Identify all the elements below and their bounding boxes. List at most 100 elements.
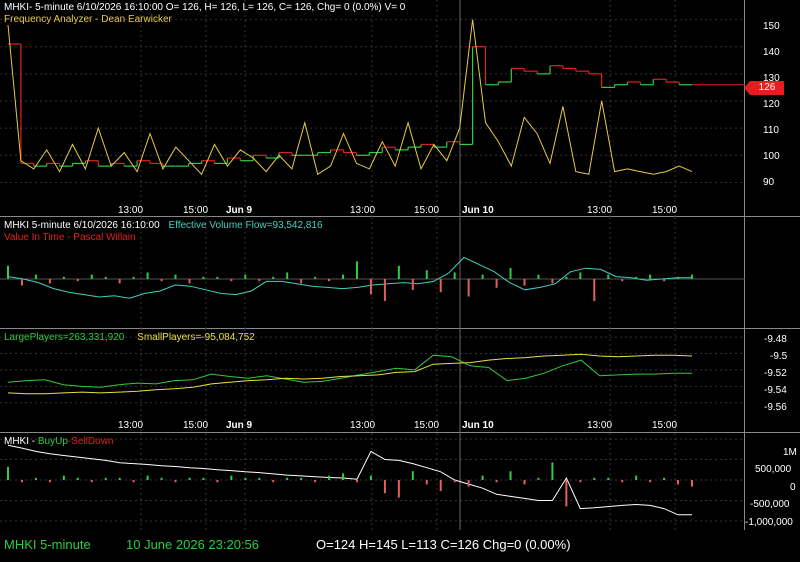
footer-ohlc: O=124 H=145 L=113 C=126 Chg=0 (0.00%) <box>316 537 571 552</box>
y-tick-100: 100 <box>763 151 780 162</box>
y-tick-m500k: -500,000 <box>750 499 790 510</box>
volume-bar <box>635 276 638 279</box>
buyup-selldown-plot-area[interactable] <box>0 433 745 530</box>
volume-bar <box>90 274 93 279</box>
volume-bar <box>523 279 526 286</box>
buyup-selldown-bar <box>691 480 693 487</box>
footer-date: 10 June 2026 23:20:56 <box>126 537 260 552</box>
y-tick-m9.56: -9.56 <box>764 402 787 413</box>
time-label-jun9-b: Jun 9 <box>226 420 253 431</box>
price-pane: MHKI- 5-minute 6/10/2026 16:10:00 O= 126… <box>0 0 800 217</box>
buyup-selldown-bar <box>174 480 177 483</box>
selldown-label: SellDown <box>71 436 114 447</box>
players-svg <box>0 329 745 433</box>
buyup-selldown-bar <box>453 480 456 483</box>
last-price-tag: 126 <box>744 81 784 95</box>
y-tick-110: 110 <box>763 125 779 136</box>
buyup-selldown-bar <box>369 475 372 480</box>
y-tick-150: 150 <box>763 21 780 32</box>
buyup-selldown-bar <box>383 480 386 494</box>
y-tick-120: 120 <box>763 99 780 110</box>
buyup-label: BuyUp <box>37 436 68 447</box>
time-label-jun9: Jun 9 <box>226 205 253 216</box>
y-tick-m9.52: -9.52 <box>764 368 787 379</box>
small-players-line <box>7 353 693 395</box>
volume-bar <box>146 272 149 279</box>
buyup-selldown-bar <box>649 480 652 483</box>
time-label-1300-a: 13:00 <box>118 205 144 216</box>
y-tick-m1m: -1,000,000 <box>745 517 793 528</box>
time-label-1500-b: 15:00 <box>414 205 440 216</box>
buyup-selldown-bar <box>621 480 624 483</box>
volume-bar <box>104 276 107 279</box>
time-label-1500-d: 15:00 <box>183 420 209 431</box>
y-tick-140: 140 <box>763 47 780 58</box>
time-label-jun10-b: Jun 10 <box>462 420 494 431</box>
volume-bar <box>677 276 680 279</box>
time-label-1500-e: 15:00 <box>414 420 440 431</box>
buyup-selldown-bar <box>90 480 93 483</box>
buyup-selldown-bar <box>397 480 400 498</box>
volume-bar <box>160 279 163 282</box>
volume-bar <box>593 279 596 301</box>
buyup-selldown-bar <box>509 471 512 480</box>
volume-bar <box>383 279 386 301</box>
price-plot-area[interactable] <box>0 0 745 217</box>
time-label-1300-f: 13:00 <box>587 420 613 431</box>
volume-pane-symbol: MHKI 5-minute 6/10/2026 16:10:00 <box>4 220 160 231</box>
time-label-1300-e: 13:00 <box>350 420 376 431</box>
buyup-selldown-bar <box>607 477 610 480</box>
volume-bar <box>76 279 79 282</box>
volume-bar <box>174 274 177 279</box>
frequency-analyzer-label: Frequency Analyzer - Dean Earwicker <box>4 14 172 25</box>
buyup-selldown-bar <box>537 477 540 480</box>
price-chart-svg <box>0 0 745 217</box>
volume-bar <box>62 276 65 279</box>
volume-bar <box>551 279 554 284</box>
time-label-jun10: Jun 10 <box>462 205 494 216</box>
y-tick-m9.54: -9.54 <box>764 385 787 396</box>
volume-bar <box>663 279 666 282</box>
buyup-selldown-bar <box>551 462 554 480</box>
buyup-selldown-bar <box>160 477 163 480</box>
effective-volume-flow-line <box>7 256 692 299</box>
y-tick-500k: 500,000 <box>755 464 792 475</box>
volume-bar <box>244 274 247 279</box>
buyup-selldown-bar <box>495 480 498 483</box>
effective-volume-flow-label: Effective Volume Flow=93,542,816 <box>168 220 323 231</box>
buyup-selldown-bar <box>188 477 191 480</box>
volume-bar <box>230 279 233 282</box>
buyup-selldown-bar <box>342 473 345 480</box>
volume-pane-title: MHKI 5-minute 6/10/2026 16:10:00 Effecti… <box>4 220 323 231</box>
players-plot-area[interactable] <box>0 329 745 433</box>
buyup-selldown-pane: MHKI - BuyUp-SellDown 1M 500,000 0 -500,… <box>0 433 800 530</box>
time-label-1300-d: 13:00 <box>118 420 144 431</box>
buyup-selldown-bar <box>7 466 9 480</box>
buyup-selldown-bar <box>146 475 149 480</box>
volume-flow-pane: MHKI 5-minute 6/10/2026 16:10:00 Effecti… <box>0 217 800 329</box>
buyup-selldown-bar <box>286 477 289 480</box>
volume-bar <box>355 261 358 279</box>
buyup-selldown-bar <box>579 480 582 483</box>
y-tick-m9.48: -9.48 <box>764 334 787 345</box>
volume-bar <box>188 279 191 284</box>
buyup-selldown-bar <box>635 475 638 480</box>
volume-bar <box>286 272 289 279</box>
y-tick-0: 0 <box>790 482 796 493</box>
players-legend: LargePlayers=263,331,920 SmallPlayers=-9… <box>4 332 255 343</box>
buyup-selldown-bar <box>20 480 23 483</box>
volume-bar <box>411 279 414 290</box>
volume-bar <box>7 265 9 279</box>
volume-bar <box>537 274 540 279</box>
buyup-selldown-bar <box>314 480 317 483</box>
y-tick-90: 90 <box>763 177 775 188</box>
volume-bar <box>649 274 652 279</box>
volume-bar <box>328 279 331 282</box>
volume-bar <box>258 279 261 282</box>
large-players-line <box>7 354 692 388</box>
buyup-selldown-bar <box>230 475 233 480</box>
buyup-selldown-bar <box>34 477 37 480</box>
y-tick-m9.5: -9.5 <box>770 351 788 362</box>
volume-bar <box>202 276 205 279</box>
volume-bar <box>397 265 400 279</box>
